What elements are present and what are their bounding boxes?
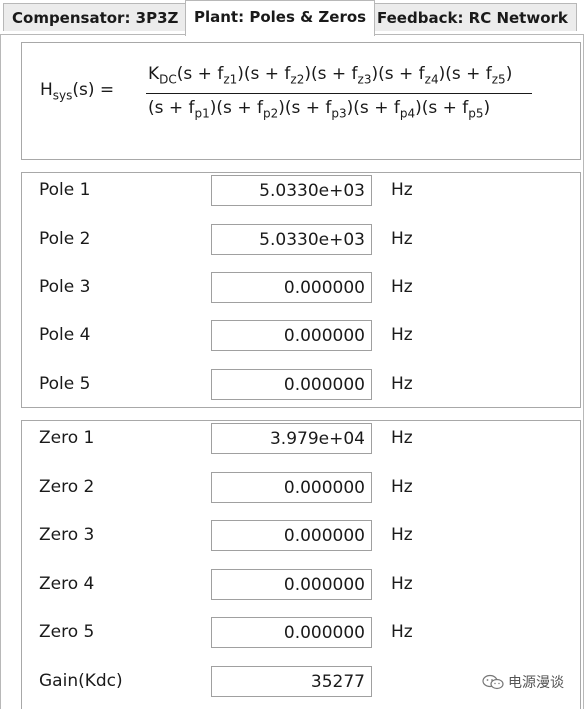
zero-1-input[interactable] bbox=[211, 423, 372, 454]
form-layer: Pole 1 Hz Pole 2 Hz Pole 3 Hz Pole 4 Hz … bbox=[0, 0, 585, 709]
pole-2-label: Pole 2 bbox=[39, 229, 91, 249]
pole-3-label: Pole 3 bbox=[39, 277, 91, 297]
zero-2-input[interactable] bbox=[211, 472, 372, 503]
pole-4-unit: Hz bbox=[391, 325, 413, 345]
pole-4-label: Pole 4 bbox=[39, 325, 91, 345]
zero-4-label: Zero 4 bbox=[39, 574, 95, 594]
gain-label: Gain(Kdc) bbox=[39, 671, 123, 691]
pole-5-unit: Hz bbox=[391, 374, 413, 394]
zero-1-unit: Hz bbox=[391, 428, 413, 448]
zero-2-label: Zero 2 bbox=[39, 477, 95, 497]
pole-3-unit: Hz bbox=[391, 277, 413, 297]
zero-1-label: Zero 1 bbox=[39, 428, 95, 448]
pole-1-unit: Hz bbox=[391, 180, 413, 200]
zero-3-unit: Hz bbox=[391, 525, 413, 545]
pole-1-input[interactable] bbox=[211, 175, 372, 206]
pole-2-unit: Hz bbox=[391, 229, 413, 249]
watermark: 电源漫谈 bbox=[482, 672, 564, 692]
pole-5-label: Pole 5 bbox=[39, 374, 91, 394]
zero-5-unit: Hz bbox=[391, 622, 413, 642]
zero-3-label: Zero 3 bbox=[39, 525, 95, 545]
pole-4-input[interactable] bbox=[211, 320, 372, 351]
zero-5-input[interactable] bbox=[211, 617, 372, 648]
wechat-icon bbox=[482, 674, 504, 690]
zero-5-label: Zero 5 bbox=[39, 622, 95, 642]
zero-4-input[interactable] bbox=[211, 569, 372, 600]
zero-3-input[interactable] bbox=[211, 520, 372, 551]
pole-1-label: Pole 1 bbox=[39, 180, 91, 200]
pole-5-input[interactable] bbox=[211, 369, 372, 400]
gain-input[interactable] bbox=[211, 666, 372, 697]
zero-2-unit: Hz bbox=[391, 477, 413, 497]
watermark-text: 电源漫谈 bbox=[508, 675, 564, 691]
zero-4-unit: Hz bbox=[391, 574, 413, 594]
pole-3-input[interactable] bbox=[211, 272, 372, 303]
pole-2-input[interactable] bbox=[211, 224, 372, 255]
